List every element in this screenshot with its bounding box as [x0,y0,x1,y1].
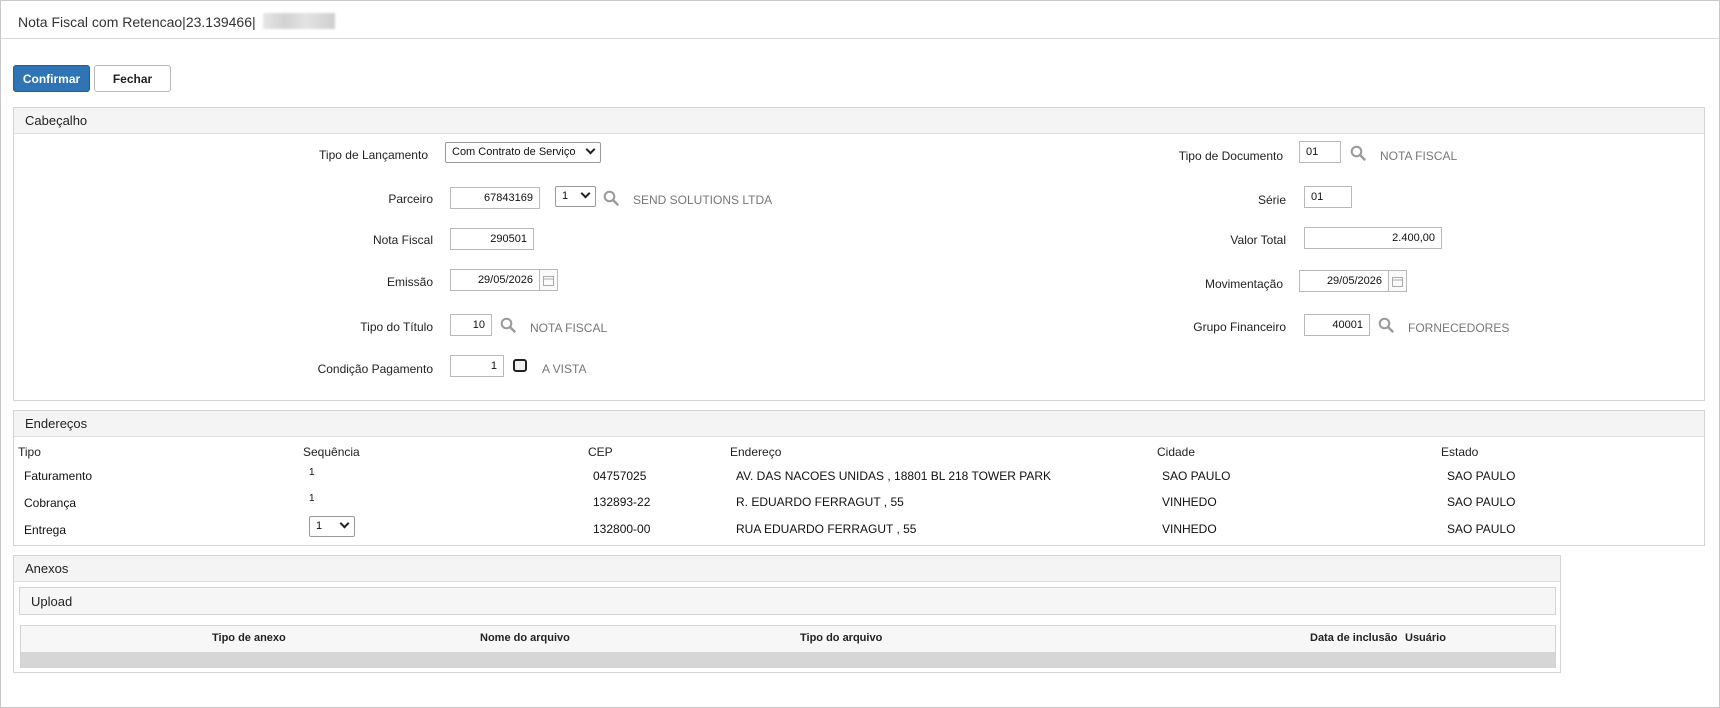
calendar-icon[interactable] [1389,270,1407,292]
address-cep: 132800-00 [593,522,651,536]
chevron-down-icon [585,144,596,155]
address-cep: 132893-22 [593,495,651,509]
parceiro-code-input[interactable]: 67843169 [450,187,540,209]
movimentacao-input[interactable]: 29/05/2026 [1299,270,1389,292]
address-estado: SAO PAULO [1447,495,1516,509]
entrega-seq-select[interactable]: 1 [309,516,355,537]
entrega-seq-value: 1 [316,520,323,532]
addresses-panel-head: Endereços [14,411,1704,437]
address-estado: SAO PAULO [1447,469,1516,483]
attachments-empty-row [21,652,1555,667]
col-tipo: Tipo [18,445,41,459]
address-cidade: VINHEDO [1162,522,1217,536]
movimentacao-label: Movimentação [1204,277,1283,291]
condicao-pagamento-label: Condição Pagamento [317,362,433,376]
col-tipo-anexo: Tipo de anexo [212,632,286,644]
address-endereco: R. EDUARDO FERRAGUT , 55 [736,495,904,509]
col-endereco: Endereço [730,445,782,459]
condicao-pagamento-input[interactable]: 1 [450,355,504,377]
address-tipo: Entrega [24,523,67,537]
upload-title: Upload [31,594,73,609]
redacted-title-part [263,13,335,29]
emissao-input[interactable]: 29/05/2026 [450,269,540,291]
condicao-pagamento-description: A VISTA [542,362,587,376]
parceiro-seq-value: 1 [562,190,569,202]
confirm-button[interactable]: Confirmar [13,65,90,92]
col-tipo-arquivo: Tipo do arquivo [800,632,883,644]
serie-label: Série [1257,193,1286,207]
col-estado: Estado [1441,445,1479,459]
calendar-icon[interactable] [540,269,558,291]
chevron-down-icon [339,518,350,529]
header-panel-title: Cabeçalho [25,113,88,128]
emissao-label: Emissão [386,275,433,289]
grupo-financeiro-label: Grupo Financeiro [1193,320,1286,334]
valor-total-input[interactable]: 2.400,00 [1304,227,1442,249]
address-cep: 04757025 [593,469,647,483]
address-tipo: Faturamento [24,469,93,483]
tipo-lancamento-label: Tipo de Lançamento [319,148,428,162]
upload-panel[interactable]: Upload [19,587,1556,615]
address-endereco: AV. DAS NACOES UNIDAS , 18801 BL 218 TOW… [736,469,1052,483]
chevron-down-icon [580,188,591,199]
parceiro-label: Parceiro [388,192,433,206]
tipo-documento-input[interactable]: 01 [1299,141,1341,163]
valor-total-label: Valor Total [1230,233,1286,247]
address-tipo: Cobrança [24,496,77,510]
tipo-lancamento-select[interactable]: Com Contrato de Serviço [445,142,601,163]
addresses-panel-title: Endereços [25,416,88,431]
window-title: Nota Fiscal com Retencao|23.139466| [18,14,256,30]
col-cidade: Cidade [1157,445,1196,459]
tipo-documento-description: NOTA FISCAL [1380,149,1458,163]
attachments-panel-title: Anexos [25,561,69,576]
address-cidade: VINHEDO [1162,495,1217,509]
col-cep: CEP [588,445,613,459]
col-usuario: Usuário [1405,632,1446,644]
nota-fiscal-input[interactable]: 290501 [450,228,534,250]
search-icon[interactable] [1378,317,1394,333]
address-cidade: SAO PAULO [1162,469,1231,483]
address-endereco: RUA EDUARDO FERRAGUT , 55 [736,522,917,536]
search-icon[interactable] [603,190,619,206]
condicao-lookup-button[interactable] [513,359,527,372]
col-data-inclusao: Data de inclusão [1310,632,1398,644]
tipo-titulo-label: Tipo do Título [360,320,433,334]
close-button[interactable]: Fechar [94,65,171,92]
header-panel-head: Cabeçalho [14,108,1704,134]
address-seq: 1 [309,467,315,478]
tipo-lancamento-value: Com Contrato de Serviço [452,146,576,158]
search-icon[interactable] [500,317,516,333]
parceiro-description: SEND SOLUTIONS LTDA [633,193,773,207]
col-sequencia: Sequência [303,445,360,459]
title-bar: Nota Fiscal com Retencao|23.139466| [1,1,1719,39]
grupo-financeiro-input[interactable]: 40001 [1304,314,1370,336]
attachments-panel-head: Anexos [14,556,1560,582]
serie-input[interactable]: 01 [1304,186,1352,208]
nota-fiscal-label: Nota Fiscal [372,233,433,247]
grupo-financeiro-description: FORNECEDORES [1408,321,1510,335]
address-estado: SAO PAULO [1447,522,1516,536]
tipo-titulo-description: NOTA FISCAL [530,321,608,335]
tipo-documento-label: Tipo de Documento [1178,149,1283,163]
address-seq: 1 [309,493,315,504]
parceiro-seq-select[interactable]: 1 [555,186,596,207]
search-icon[interactable] [1350,145,1366,161]
tipo-titulo-input[interactable]: 10 [450,314,492,336]
col-nome-arquivo: Nome do arquivo [480,632,570,644]
